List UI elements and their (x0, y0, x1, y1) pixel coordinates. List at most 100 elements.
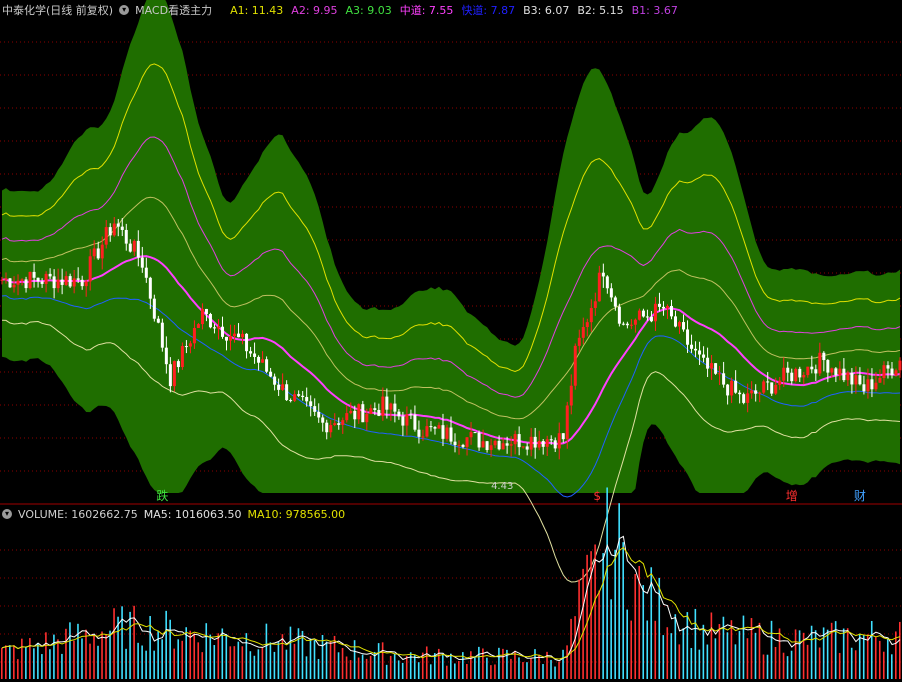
volume-bar (73, 640, 75, 679)
candle-body (52, 276, 56, 289)
indicator-value-7: B1: 3.67 (631, 4, 678, 17)
volume-bar (550, 659, 552, 679)
candle-body (301, 395, 305, 398)
volume-bar (454, 663, 456, 679)
volume-bar (385, 664, 388, 679)
candle-body (882, 365, 886, 379)
candle-body (613, 297, 617, 307)
candle-body (770, 382, 774, 394)
candle-body (329, 425, 333, 433)
volume-bar (494, 664, 496, 679)
candle-body (481, 441, 485, 448)
candle-body (457, 444, 461, 446)
candle-body (525, 446, 529, 450)
volume-bar (746, 638, 749, 679)
candle-body (609, 288, 613, 298)
volume-ma5 (1, 535, 901, 662)
candle-body (68, 276, 72, 287)
volume-bar (846, 628, 849, 679)
volume-bar (618, 503, 620, 679)
event-marker-0[interactable]: 跌 (156, 489, 168, 503)
candle-body (674, 316, 677, 327)
candle-body (16, 280, 20, 285)
candle-body (401, 416, 405, 426)
volume-bar (193, 633, 196, 679)
volume-bar (177, 639, 179, 679)
volume-bar (714, 638, 717, 679)
candle-body (188, 343, 192, 347)
volume-bar (137, 642, 139, 679)
candle-body (353, 410, 357, 420)
event-marker-2[interactable]: 增 (786, 489, 798, 503)
candle-body (453, 441, 457, 446)
candle-body (557, 433, 561, 449)
candle-body (782, 367, 786, 381)
candle-body (172, 361, 176, 387)
volume-bar (225, 634, 228, 679)
candle-body (521, 446, 525, 448)
indicator-values: A1: 11.43 A2: 9.95 A3: 9.03 中道: 7.55 快道: 7.8… (230, 2, 686, 18)
chevron-down-icon[interactable]: ▾ (2, 509, 12, 519)
volume-bar (201, 652, 204, 679)
candle-body (509, 444, 513, 446)
ma10-value: MA10: 978565.00 (247, 507, 346, 521)
candle-body (116, 223, 120, 227)
indicator-name[interactable]: MACD看透主力 (135, 2, 212, 18)
volume-bar (297, 628, 300, 679)
volume-bar (93, 635, 95, 679)
volume-bar (582, 568, 584, 679)
candle-body (204, 308, 208, 314)
volume-bar (706, 644, 709, 679)
candle-body (96, 248, 100, 259)
volume-bar (389, 655, 392, 679)
candle-body (241, 333, 245, 338)
candle-body (730, 380, 734, 396)
candle-body (445, 427, 449, 439)
candle-body (577, 337, 581, 346)
volume-bar (490, 665, 492, 679)
volume-bar (566, 645, 568, 679)
volume-bar (782, 652, 785, 679)
volume-bar (702, 624, 705, 679)
event-marker-1[interactable]: $ (593, 489, 601, 503)
candle-body (273, 376, 277, 385)
volume-bar (814, 630, 817, 679)
chart-canvas[interactable] (0, 0, 902, 679)
volume-bar (165, 610, 167, 679)
candle-body (870, 379, 874, 390)
candle-body (621, 323, 625, 325)
candle-body (846, 372, 850, 381)
volume-bar (329, 640, 332, 679)
candle-body (714, 363, 718, 374)
volume-bar (357, 657, 360, 679)
candle-body (601, 272, 605, 277)
candle-body (212, 327, 216, 329)
volume-bar (766, 654, 769, 679)
chevron-down-icon[interactable]: ▾ (119, 5, 130, 15)
candle-body (321, 417, 325, 423)
event-marker-3[interactable]: 财 (854, 489, 866, 503)
candle-body (718, 373, 722, 375)
volume-bar (686, 612, 689, 679)
candle-body (148, 277, 152, 299)
volume-bar (466, 663, 468, 679)
candle-body (497, 440, 501, 450)
candle-body (441, 425, 445, 439)
candle-body (421, 436, 425, 438)
volume-bar (121, 606, 123, 679)
candle-body (100, 244, 104, 259)
candle-body (657, 303, 661, 307)
volume-bar (742, 615, 745, 679)
volume-bar (778, 628, 781, 679)
volume-bar (670, 633, 673, 679)
candle-body (144, 267, 148, 278)
candle-body (216, 326, 220, 329)
volume-bar (409, 652, 412, 679)
volume-bar (221, 628, 224, 679)
volume-bar (341, 647, 344, 679)
candle-body (898, 360, 902, 371)
stock-title[interactable]: 中泰化学(日线 前复权) (2, 2, 113, 18)
volume-bar (97, 645, 99, 679)
volume-bar (285, 649, 288, 679)
candle-body (553, 440, 557, 449)
